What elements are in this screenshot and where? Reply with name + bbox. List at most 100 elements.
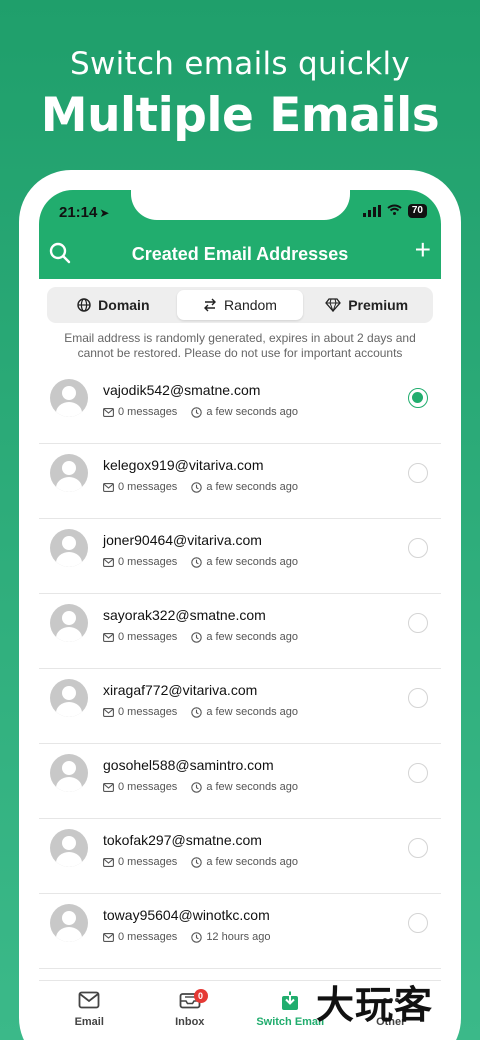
envelope-icon	[103, 482, 114, 492]
clock-icon	[191, 631, 203, 643]
tab-random[interactable]: Random	[176, 290, 304, 320]
envelope-icon	[103, 932, 114, 942]
clock-icon	[191, 406, 203, 418]
email-row[interactable]: tokofak297@smatne.com 0 messages a few s…	[39, 819, 441, 894]
tab-email[interactable]: Email	[39, 981, 140, 1040]
email-address: xiragaf772@vitariva.com	[103, 682, 258, 698]
tab-inbox-label: Inbox	[175, 1016, 205, 1028]
email-meta: 0 messages 12 hours ago	[103, 931, 271, 943]
message-count: 0 messages	[118, 931, 178, 943]
app-screen: 21:14 ➤ 70 Created Email Addresses + Dom…	[39, 190, 441, 1040]
email-row[interactable]: joner90464@vitariva.com 0 messages a few…	[39, 519, 441, 594]
avatar	[50, 754, 88, 792]
email-row[interactable]: xiragaf772@vitariva.com 0 messages a few…	[39, 669, 441, 744]
email-row[interactable]: sayorak322@smatne.com 0 messages a few s…	[39, 594, 441, 669]
tab-domain-label: Domain	[98, 297, 150, 313]
email-meta: 0 messages a few seconds ago	[103, 481, 298, 493]
globe-icon	[77, 298, 91, 312]
email-row[interactable]: toway95604@winotkc.com 0 messages 12 hou…	[39, 894, 441, 969]
select-radio[interactable]	[408, 763, 428, 783]
phone-frame: 21:14 ➤ 70 Created Email Addresses + Dom…	[19, 170, 461, 1040]
created-time: a few seconds ago	[206, 556, 299, 568]
clock-icon	[191, 931, 203, 943]
tab-premium[interactable]: Premium	[303, 290, 430, 320]
email-address: gosohel588@samintro.com	[103, 757, 274, 773]
tab-random-label: Random	[224, 297, 277, 313]
email-address: vajodik542@smatne.com	[103, 382, 261, 398]
select-radio[interactable]	[408, 913, 428, 933]
created-time: a few seconds ago	[206, 481, 299, 493]
battery-icon: 70	[407, 204, 427, 218]
select-radio[interactable]	[408, 538, 428, 558]
select-radio[interactable]	[408, 613, 428, 633]
email-meta: 0 messages a few seconds ago	[103, 706, 298, 718]
tab-email-label: Email	[74, 1016, 104, 1028]
message-count: 0 messages	[118, 781, 178, 793]
wifi-icon	[387, 204, 402, 218]
email-address: joner90464@vitariva.com	[103, 532, 262, 548]
email-meta: 0 messages a few seconds ago	[103, 406, 298, 418]
created-time: 12 hours ago	[206, 931, 271, 943]
switch-email-icon	[282, 991, 299, 1010]
inbox-badge: 0	[193, 989, 208, 1003]
add-email-button[interactable]: +	[415, 236, 431, 264]
message-count: 0 messages	[118, 481, 178, 493]
envelope-icon	[103, 857, 114, 867]
expiry-notice: Email address is randomly generated, exp…	[64, 331, 416, 360]
signal-icon	[362, 205, 381, 217]
avatar	[50, 379, 88, 417]
created-time: a few seconds ago	[206, 406, 299, 418]
envelope-icon	[103, 557, 114, 567]
clock-icon	[191, 706, 203, 718]
select-radio[interactable]	[408, 388, 428, 408]
tab-premium-label: Premium	[348, 297, 409, 313]
clock-icon	[191, 556, 203, 568]
email-meta: 0 messages a few seconds ago	[103, 856, 298, 868]
message-count: 0 messages	[118, 556, 178, 568]
avatar	[50, 829, 88, 867]
email-address: toway95604@winotkc.com	[103, 907, 270, 923]
email-row[interactable]: vajodik542@smatne.com 0 messages a few s…	[39, 369, 441, 444]
avatar	[50, 904, 88, 942]
status-time: 21:14 ➤	[59, 204, 110, 221]
message-count: 0 messages	[118, 406, 178, 418]
email-meta: 0 messages a few seconds ago	[103, 556, 298, 568]
created-time: a few seconds ago	[206, 781, 299, 793]
email-row[interactable]: kelegox919@vitariva.com 0 messages a few…	[39, 444, 441, 519]
location-arrow-icon: ➤	[99, 206, 110, 220]
select-radio[interactable]	[408, 838, 428, 858]
created-time: a few seconds ago	[206, 631, 299, 643]
phone-notch	[131, 190, 350, 220]
envelope-icon	[103, 782, 114, 792]
tab-inbox[interactable]: 0 Inbox	[140, 981, 241, 1040]
diamond-icon	[325, 298, 342, 312]
select-radio[interactable]	[408, 463, 428, 483]
promo-subtitle: Switch emails quickly	[69, 46, 411, 82]
clock-icon	[191, 481, 203, 493]
app-header: 21:14 ➤ 70 Created Email Addresses +	[39, 190, 441, 279]
avatar	[50, 604, 88, 642]
created-time: a few seconds ago	[206, 856, 299, 868]
email-meta: 0 messages a few seconds ago	[103, 781, 298, 793]
avatar	[50, 454, 88, 492]
tab-domain[interactable]: Domain	[50, 290, 177, 320]
page-title: Created Email Addresses	[131, 244, 349, 264]
envelope-icon	[78, 991, 100, 1009]
message-count: 0 messages	[118, 706, 178, 718]
envelope-icon	[103, 707, 114, 717]
email-address: kelegox919@vitariva.com	[103, 457, 264, 473]
address-type-segmented-control: Domain Random Premium	[47, 287, 433, 323]
avatar	[50, 679, 88, 717]
avatar	[50, 529, 88, 567]
email-row[interactable]: gosohel588@samintro.com 0 messages a few…	[39, 744, 441, 819]
status-icons: 70	[362, 204, 427, 218]
select-radio[interactable]	[408, 688, 428, 708]
message-count: 0 messages	[118, 856, 178, 868]
created-time: a few seconds ago	[206, 706, 299, 718]
email-address: tokofak297@smatne.com	[103, 832, 262, 848]
promo-title: Multiple Emails	[40, 88, 440, 143]
envelope-icon	[103, 407, 114, 417]
clock-icon	[191, 781, 203, 793]
email-meta: 0 messages a few seconds ago	[103, 631, 298, 643]
envelope-icon	[103, 632, 114, 642]
